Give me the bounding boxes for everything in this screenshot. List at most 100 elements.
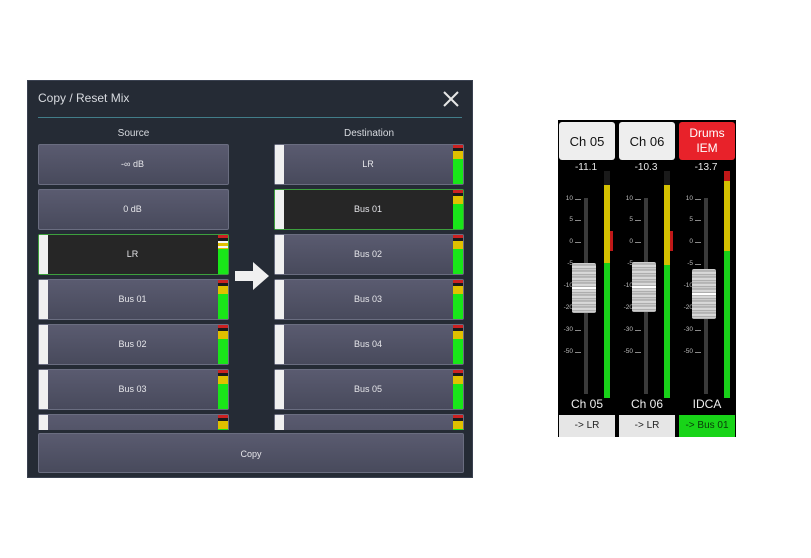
scale-tick	[575, 242, 581, 243]
meter-clip-segment	[724, 171, 730, 181]
level-meter	[724, 171, 730, 398]
meter-green-segment	[218, 294, 228, 319]
scale-tick	[635, 199, 641, 200]
destination-item-label: Bus 03	[353, 294, 383, 304]
destination-item[interactable]: Bus 02	[274, 234, 464, 275]
source-item[interactable]: Bus 01	[38, 279, 229, 320]
source-item-indicator	[39, 235, 48, 274]
source-item-label: -∞ dB	[121, 159, 144, 169]
meter-yellow-segment	[218, 421, 228, 429]
destination-item-indicator	[275, 235, 284, 274]
level-meter	[453, 325, 463, 364]
destination-item-indicator	[275, 370, 284, 409]
close-icon	[443, 91, 459, 107]
source-item-indicator	[39, 280, 48, 319]
source-item-label: Bus 02	[118, 339, 147, 349]
route-button[interactable]: -> LR	[559, 415, 615, 437]
scale-label: -20	[623, 304, 633, 311]
meter-yellow-segment	[453, 151, 463, 159]
level-meter	[218, 235, 228, 274]
meter-yellow-segment	[218, 376, 228, 384]
source-item[interactable]: LR	[38, 234, 229, 275]
source-item[interactable]: 0 dB	[38, 189, 229, 230]
meter-yellow-segment	[453, 421, 463, 429]
level-meter	[218, 415, 228, 430]
strip-label: IDCA	[692, 397, 722, 411]
route-button[interactable]: -> LR	[619, 415, 675, 437]
copy-button[interactable]: Copy	[38, 433, 464, 473]
destination-item[interactable]	[274, 414, 464, 430]
source-item[interactable]: -∞ dB	[38, 144, 229, 185]
level-meter	[453, 190, 463, 229]
source-item[interactable]: Bus 02	[38, 324, 229, 365]
meter-yellow-segment	[453, 196, 463, 204]
gain-value: -13.7	[694, 162, 718, 173]
scale-label: 5	[629, 216, 633, 223]
meter-green-segment	[218, 249, 228, 274]
meter-yellow-segment	[453, 241, 463, 249]
source-item[interactable]	[38, 414, 229, 430]
scale-label: -20	[563, 304, 573, 311]
destination-item-indicator	[275, 145, 284, 184]
level-meter	[453, 280, 463, 319]
title-divider	[38, 117, 462, 118]
channel-name-button[interactable]: Ch 05	[559, 122, 615, 160]
scale-tick	[575, 199, 581, 200]
channel-name-button[interactable]: Drums IEM	[679, 122, 735, 160]
strip-label: Ch 05	[570, 397, 604, 411]
meter-green-segment	[453, 384, 463, 409]
meter-green-segment	[453, 294, 463, 319]
meter-yellow-segment	[218, 331, 228, 339]
destination-item[interactable]: Bus 04	[274, 324, 464, 365]
source-item[interactable]: Bus 03	[38, 369, 229, 410]
meter-peak-marker	[218, 241, 228, 243]
destination-item-label: LR	[362, 159, 374, 169]
destination-item[interactable]: Bus 03	[274, 279, 464, 320]
meter-clip-segment	[453, 190, 463, 193]
arrow-right-icon	[235, 262, 269, 290]
scale-label: 5	[689, 216, 693, 223]
fader-knob[interactable]	[692, 269, 716, 319]
destination-list: LR Bus 01 Bus 02 Bus 03 Bus 04 Bus 05	[274, 144, 464, 430]
scale-label: 10	[565, 195, 573, 202]
meter-green-segment	[218, 429, 228, 430]
scale-label: 10	[625, 195, 633, 202]
scale-label: -50	[683, 348, 693, 355]
meter-green-segment	[218, 339, 228, 364]
meter-clip-segment	[218, 415, 228, 418]
meter-clip-segment	[218, 280, 228, 283]
scale-label: -5	[567, 260, 573, 267]
meter-yellow-segment	[218, 286, 228, 294]
gain-value: -11.1	[574, 162, 598, 173]
route-button[interactable]: -> Bus 01	[679, 415, 735, 437]
scale-label: -20	[683, 304, 693, 311]
scale-tick	[695, 242, 701, 243]
fader-knob[interactable]	[632, 262, 656, 312]
scale-tick	[635, 330, 641, 331]
source-item-indicator	[39, 415, 48, 430]
source-item-label: 0 dB	[123, 204, 142, 214]
scale-tick	[695, 220, 701, 221]
level-meter	[453, 415, 463, 430]
fader-knob[interactable]	[572, 263, 596, 313]
meter-yellow-segment	[453, 286, 463, 294]
destination-item[interactable]: LR	[274, 144, 464, 185]
mixer-strips-panel: Ch 05 -11.1 10 5 0 -5 -10 -20 -30 -50 Ch 05 -> LR Ch…	[558, 120, 736, 437]
channel-name-button[interactable]: Ch 06	[619, 122, 675, 160]
meter-green-segment	[453, 339, 463, 364]
destination-item-indicator	[275, 415, 284, 430]
level-meter	[453, 145, 463, 184]
close-button[interactable]	[440, 88, 462, 110]
meter-clip-segment	[453, 370, 463, 373]
scale-tick	[695, 330, 701, 331]
scale-tick	[695, 199, 701, 200]
meter-clip-segment	[218, 325, 228, 328]
destination-item[interactable]: Bus 01	[274, 189, 464, 230]
destination-item[interactable]: Bus 05	[274, 369, 464, 410]
source-header: Source	[117, 128, 150, 139]
level-meter	[453, 370, 463, 409]
scale-tick	[635, 242, 641, 243]
destination-item-label: Bus 01	[353, 204, 383, 214]
scale-label: -5	[627, 260, 633, 267]
source-item-indicator	[39, 325, 48, 364]
